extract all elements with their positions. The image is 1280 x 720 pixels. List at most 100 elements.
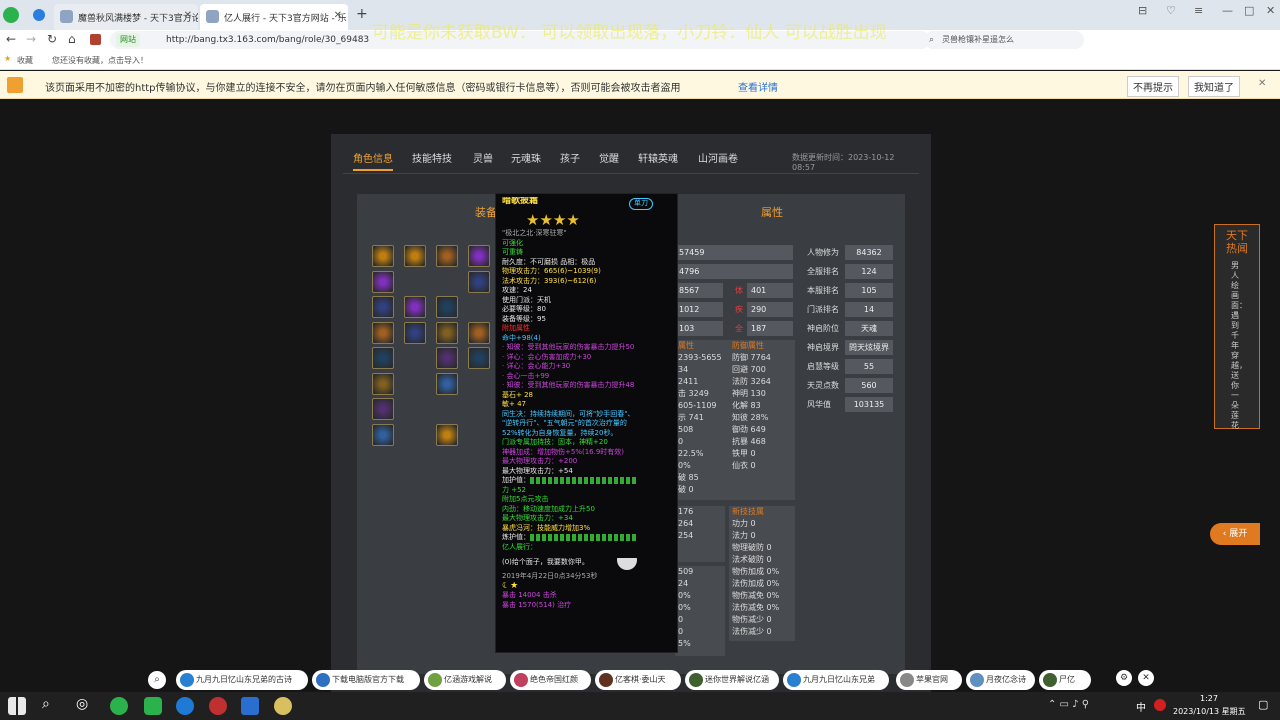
tooltip-line: 最大物理攻击力：+54 <box>502 467 671 477</box>
search-icon[interactable]: ⌕ <box>42 696 50 712</box>
clock-time: 1:27 <box>1200 694 1218 703</box>
browser-app-icon[interactable] <box>110 697 128 715</box>
notification-icon[interactable]: ▢ <box>1258 698 1268 711</box>
reload-icon[interactable]: ↻ <box>47 32 57 46</box>
nav-landscape[interactable]: 山河画卷 <box>698 150 738 165</box>
tab-1[interactable]: 魔兽秋风满楼梦 - 天下3官方论 ✕ <box>54 4 198 30</box>
quick-link[interactable]: 九月九日忆山东兄弟 <box>783 670 889 690</box>
quick-link[interactable]: 月夜亿念诗 <box>966 670 1035 690</box>
nav-role-info[interactable]: 角色信息 <box>353 150 393 171</box>
tab-close-icon[interactable]: ✕ <box>334 10 342 21</box>
no-more-button[interactable]: 不再提示 <box>1127 76 1179 97</box>
k-app-icon[interactable] <box>241 697 259 715</box>
restore-icon[interactable]: ⊟ <box>1138 4 1147 17</box>
maximize-icon[interactable]: □ <box>1244 4 1254 17</box>
quick-link[interactable]: 尸亿 <box>1039 670 1091 690</box>
nav-awaken[interactable]: 觉醒 <box>599 150 619 165</box>
close-warning-icon[interactable]: ✕ <box>1258 78 1266 89</box>
browser-logo-icon[interactable] <box>3 7 19 23</box>
equipment-slot[interactable] <box>468 321 490 344</box>
star-rating: ★★★★ <box>526 211 580 229</box>
got-it-button[interactable]: 我知道了 <box>1188 76 1240 97</box>
taskview-icon[interactable]: ◎ <box>76 696 88 712</box>
item-name: 暗歌披霜 <box>502 197 539 206</box>
tooltip-line-text: 附加5点元攻击 <box>502 495 549 503</box>
equipment-slot[interactable] <box>468 347 490 369</box>
tray-icons[interactable]: ⌃ ▭ ♪ ⚲ <box>1048 699 1089 710</box>
tooltip-line: 内劲：移动速度加成力上升50 <box>502 505 671 515</box>
equipment-slot[interactable] <box>468 270 490 293</box>
windows-start-icon[interactable] <box>8 697 26 715</box>
quick-link[interactable]: 亿客棋·委山天 <box>595 670 681 690</box>
quick-link[interactable]: 下载电脑版官方下载 <box>312 670 420 690</box>
record-icon[interactable] <box>209 697 227 715</box>
bookmark-fav[interactable]: 收藏 <box>17 55 33 66</box>
equipment-slot[interactable] <box>436 321 458 344</box>
equipment-slot[interactable] <box>372 423 394 446</box>
search-box[interactable]: ⌕ 灵兽枪镶补星遥怎么 <box>924 31 1084 49</box>
equipment-slot[interactable] <box>436 372 458 395</box>
extension-icon[interactable] <box>90 34 101 45</box>
attribute-line: 176 <box>678 507 694 516</box>
new-tab-button[interactable]: + <box>356 6 368 22</box>
forward-icon[interactable]: → <box>26 32 36 46</box>
nav-child[interactable]: 孩子 <box>560 150 580 165</box>
s-app-icon[interactable] <box>1154 699 1166 711</box>
tab-close-icon[interactable]: ✕ <box>184 10 192 21</box>
equipment-slot[interactable] <box>372 321 394 344</box>
quick-link-icon <box>428 673 442 687</box>
settings-icon[interactable]: ⚙ <box>1116 670 1132 686</box>
equipment-slot[interactable] <box>372 372 394 395</box>
star-icon[interactable]: ★ <box>4 54 11 63</box>
nav-soul-bead[interactable]: 元魂珠 <box>511 150 541 165</box>
game-app-icon[interactable] <box>274 697 292 715</box>
app-icon[interactable] <box>33 9 45 21</box>
attribute-line: 抗暴 468 <box>732 437 766 446</box>
quick-link[interactable]: 九月九日忆山东兄弟的古诗 <box>176 670 308 690</box>
ime-indicator[interactable]: 中 <box>1136 699 1146 714</box>
quick-link[interactable]: 苹果官网 <box>896 670 962 690</box>
close-quicklinks-icon[interactable]: ✕ <box>1138 670 1154 686</box>
edge-icon[interactable] <box>176 697 194 715</box>
equipment-slot[interactable] <box>372 347 394 369</box>
equipment-slot[interactable] <box>372 296 394 318</box>
bookmark-hint[interactable]: 您还没有收藏，点击导入！ <box>52 55 148 66</box>
back-icon[interactable]: ← <box>6 32 16 46</box>
expand-button[interactable]: ‹ 展开 <box>1210 523 1260 545</box>
equipment-slot[interactable] <box>372 270 394 293</box>
address-row: ← → ↻ ⌂ 网站 http://bang.tx3.163.com/bang/… <box>0 23 1280 50</box>
attribute-line: 5% <box>678 639 691 648</box>
tooltip-line: 物理攻击力：665(6)~1039(9) <box>502 267 671 277</box>
quick-link-icon <box>689 673 703 687</box>
home-icon[interactable]: ⌂ <box>68 32 76 46</box>
quick-link[interactable]: 绝色帝国红颜 <box>510 670 591 690</box>
equipment-slot[interactable] <box>436 347 458 369</box>
equipment-slot[interactable] <box>436 245 458 267</box>
nav-hero-soul[interactable]: 轩辕英魂 <box>638 150 678 165</box>
equipment-slot[interactable] <box>372 398 394 420</box>
equipment-slot[interactable] <box>404 321 426 344</box>
close-window-icon[interactable]: ✕ <box>1266 4 1275 17</box>
equipment-slot[interactable] <box>468 245 490 267</box>
nav-skills[interactable]: 技能特技 <box>412 150 452 165</box>
warning-details-link[interactable]: 查看详情 <box>738 79 778 94</box>
tab-2[interactable]: 亿人展行 - 天下3官方网站 - 乐 ✕ <box>200 4 348 30</box>
wechat-icon[interactable] <box>144 697 162 715</box>
hot-news-float[interactable]: 天下热闻 男人绘画面：遇到千年穿越，送你一朵莲花 <box>1214 224 1260 430</box>
equipment-slot[interactable] <box>372 245 394 267</box>
quick-link[interactable]: 亿涵游戏解说 <box>424 670 506 690</box>
stat-mp: 4796 <box>675 264 793 279</box>
attribute-line: 法伤加成 0% <box>732 579 780 588</box>
quick-link[interactable]: 迷你世界解说亿涵 <box>685 670 779 690</box>
menu-icon[interactable]: ≡ <box>1194 4 1203 17</box>
quick-link-icon <box>1043 673 1057 687</box>
pin-icon[interactable]: ♡ <box>1166 4 1176 17</box>
equipment-slot[interactable] <box>436 423 458 446</box>
equipment-slot[interactable] <box>404 245 426 267</box>
equipment-slot[interactable] <box>404 296 426 318</box>
secure-badge[interactable]: 网站 <box>116 33 140 47</box>
nav-pet[interactable]: 灵兽 <box>473 150 493 165</box>
minimize-icon[interactable]: — <box>1222 4 1233 17</box>
equipment-slot[interactable] <box>436 296 458 318</box>
search-icon[interactable]: ⌕ <box>148 671 166 689</box>
